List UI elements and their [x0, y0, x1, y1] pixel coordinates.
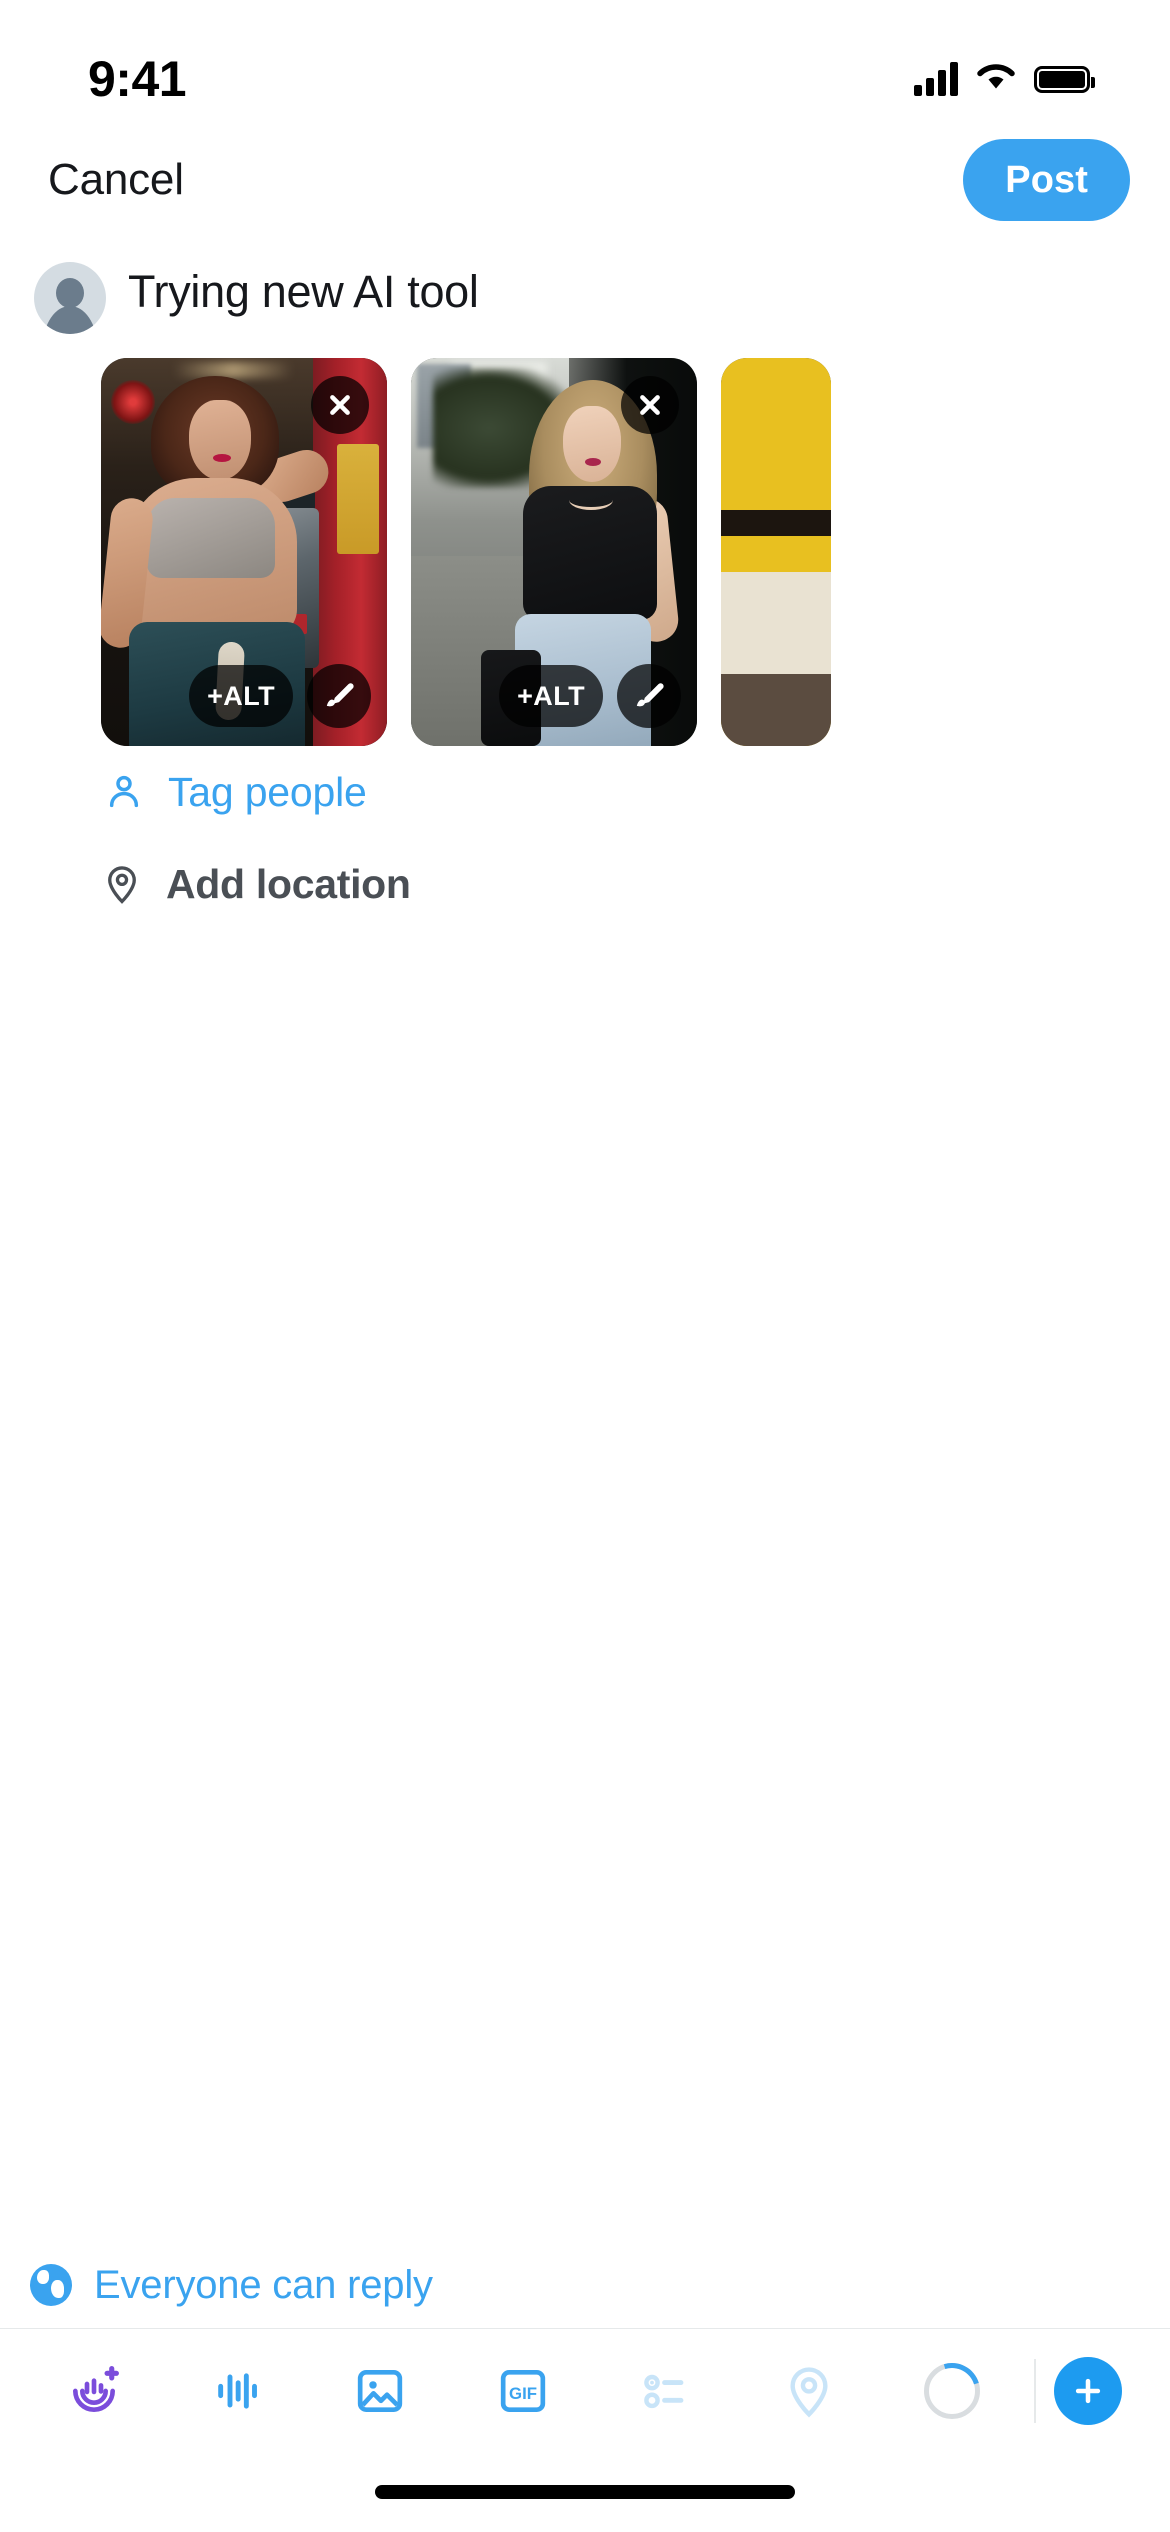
reply-setting-row[interactable]: Everyone can reply: [0, 2242, 1170, 2328]
character-progress-ring: [881, 2362, 1024, 2419]
avatar[interactable]: [34, 262, 106, 334]
compose-screen: 9:41 Cancel Post Trying new AI tool +ALT…: [0, 0, 1170, 2532]
cellular-signal-icon: [914, 62, 958, 96]
brush-icon: [326, 683, 354, 707]
add-alt-text-button[interactable]: +ALT: [189, 665, 293, 727]
location-pin-icon: [100, 862, 144, 906]
cancel-button[interactable]: Cancel: [48, 155, 184, 205]
status-time: 9:41: [88, 51, 187, 107]
reply-setting-label: Everyone can reply: [94, 2262, 433, 2307]
svg-text:GIF: GIF: [509, 2383, 537, 2402]
media-strip[interactable]: +ALT +ALT: [0, 358, 1170, 746]
globe-icon: [30, 2264, 72, 2306]
close-icon: [640, 395, 660, 415]
compose-header: Cancel Post: [0, 130, 1170, 230]
toolbar-divider: [1033, 2358, 1036, 2423]
edit-image-button[interactable]: [617, 664, 681, 728]
voice-add-icon[interactable]: [22, 2363, 165, 2419]
add-location-row[interactable]: Add location: [0, 838, 1170, 930]
image-icon[interactable]: [308, 2363, 451, 2419]
media-item-1[interactable]: +ALT: [101, 358, 387, 746]
close-icon: [330, 395, 350, 415]
add-alt-text-button[interactable]: +ALT: [499, 665, 603, 727]
gif-icon[interactable]: GIF: [451, 2363, 594, 2419]
compose-toolbar: GIF: [0, 2328, 1170, 2452]
tag-people-row[interactable]: Tag people: [0, 746, 1170, 838]
plus-icon: [1075, 2378, 1101, 2403]
compose-text-input[interactable]: Trying new AI tool: [128, 254, 479, 320]
battery-icon: [1034, 65, 1095, 93]
media-tools-1: +ALT: [189, 664, 371, 728]
poll-icon[interactable]: [595, 2363, 738, 2419]
brush-icon: [636, 683, 664, 707]
add-location-label: Add location: [166, 860, 411, 907]
media-photo-3: [721, 358, 831, 746]
remove-media-button[interactable]: [311, 376, 369, 434]
remove-media-button[interactable]: [621, 376, 679, 434]
location-icon[interactable]: [738, 2363, 881, 2419]
status-bar: 9:41: [0, 0, 1170, 130]
tag-people-label: Tag people: [168, 768, 367, 815]
avatar-head: [56, 278, 84, 308]
person-icon: [102, 770, 146, 814]
media-item-2[interactable]: +ALT: [411, 358, 697, 746]
avatar-body: [43, 306, 97, 334]
composer-row: Trying new AI tool: [0, 230, 1170, 334]
home-indicator-area: [0, 2452, 1170, 2532]
post-button[interactable]: Post: [963, 139, 1130, 221]
status-indicators: [914, 61, 1095, 98]
audio-waveform-icon[interactable]: [165, 2363, 308, 2419]
home-indicator[interactable]: [375, 2485, 795, 2499]
media-item-3[interactable]: [721, 358, 831, 746]
add-post-button[interactable]: [1053, 2356, 1122, 2425]
wifi-icon: [975, 61, 1017, 98]
media-tools-2: +ALT: [499, 664, 681, 728]
edit-image-button[interactable]: [307, 664, 371, 728]
